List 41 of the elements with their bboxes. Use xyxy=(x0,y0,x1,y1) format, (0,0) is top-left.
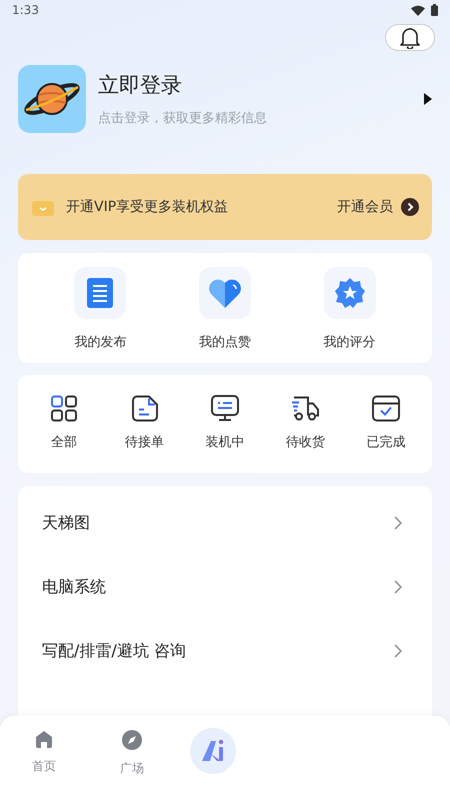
vip-banner[interactable]: 开通VIP享受更多装机权益 开通会员 xyxy=(18,174,432,240)
action-label[interactable]: 我的评分 xyxy=(324,333,376,351)
action-label[interactable]: 我的发布 xyxy=(74,333,126,351)
monitor-icon[interactable] xyxy=(210,395,239,422)
heart-icon xyxy=(208,278,242,308)
note-icon[interactable] xyxy=(132,395,158,422)
notification-button[interactable] xyxy=(385,24,435,51)
order-status-label[interactable]: 全部 xyxy=(51,433,78,451)
arrow-right-icon[interactable] xyxy=(424,93,432,105)
order-status-label[interactable]: 装机中 xyxy=(205,433,244,451)
action-tile[interactable] xyxy=(324,267,376,319)
arrow-right-icon[interactable] xyxy=(401,198,419,216)
action-tile[interactable] xyxy=(74,267,126,319)
check-card-icon[interactable] xyxy=(372,395,400,422)
vip-action-link[interactable]: 开通会员 xyxy=(337,198,393,216)
action-label[interactable]: 我的点赞 xyxy=(198,333,251,351)
wifi-icon xyxy=(411,4,425,16)
action-tile[interactable] xyxy=(198,267,251,319)
menu-item[interactable]: 写配/排雷/避坑 咨询 xyxy=(18,619,432,683)
login-title[interactable]: 立即登录 xyxy=(98,71,412,99)
chevron-right-icon xyxy=(394,580,402,594)
status-time: 1:33 xyxy=(12,3,39,17)
badge-star-icon xyxy=(334,277,366,309)
ai-logo-button[interactable] xyxy=(190,728,236,774)
login-subtitle: 点击登录，获取更多精彩信息 xyxy=(98,110,268,127)
truck-icon[interactable] xyxy=(290,395,320,422)
grid-icon[interactable] xyxy=(51,395,78,422)
planet-avatar[interactable] xyxy=(18,65,86,133)
chevron-right-icon xyxy=(394,644,402,658)
compass-icon xyxy=(122,730,142,750)
battery-icon xyxy=(431,4,438,16)
order-status-label[interactable]: 待接单 xyxy=(125,433,164,451)
menu-item[interactable]: 天梯图 xyxy=(18,491,432,555)
chevron-right-icon xyxy=(394,516,402,530)
vip-text: 开通VIP享受更多装机权益 xyxy=(66,198,230,216)
menu-item[interactable]: 电脑系统 xyxy=(18,555,432,619)
order-status-label[interactable]: 待收货 xyxy=(286,433,325,451)
order-status-label[interactable]: 已完成 xyxy=(366,433,406,451)
bell-icon xyxy=(400,26,420,48)
document-icon xyxy=(87,278,114,308)
home-icon xyxy=(35,730,53,748)
